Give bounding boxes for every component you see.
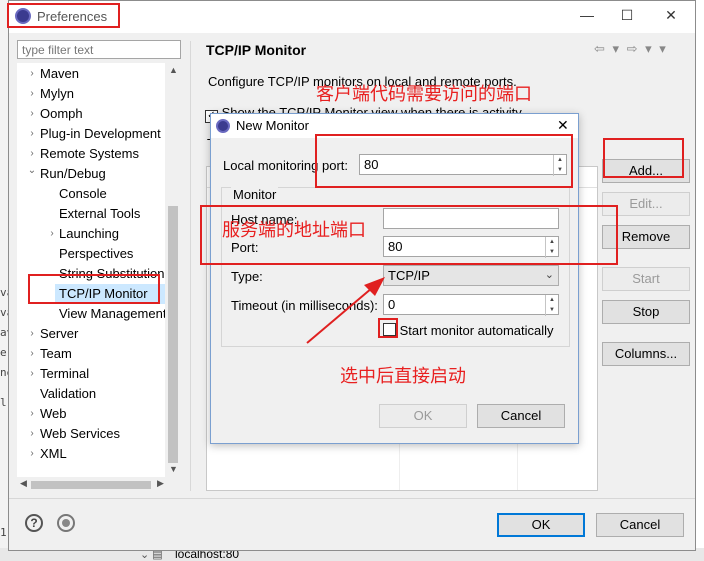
annotation-arrow bbox=[306, 277, 385, 344]
